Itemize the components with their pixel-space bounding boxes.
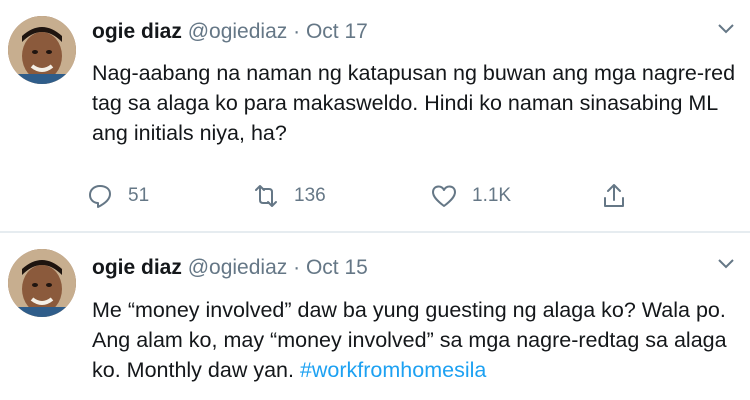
reply-button[interactable]: 51	[86, 178, 149, 214]
tweet-date[interactable]: Oct 17	[306, 20, 368, 43]
hashtag-link[interactable]: #workfromhomesila	[300, 358, 486, 382]
tweet-actions: 51 136 1.1K	[86, 178, 646, 214]
display-name[interactable]: ogie diaz	[92, 20, 182, 43]
avatar-image	[8, 16, 76, 84]
reply-icon	[89, 185, 111, 208]
tweet[interactable]: ogie diaz @ogiediaz · Oct 17 Nag-aabang …	[0, 0, 750, 232]
caret-down-icon[interactable]	[716, 22, 736, 36]
separator: ·	[293, 20, 301, 43]
tweet-header: ogie diaz @ogiediaz · Oct 17	[92, 20, 368, 44]
like-icon	[432, 185, 456, 207]
retweet-button[interactable]: 136	[252, 178, 326, 214]
like-button[interactable]: 1.1K	[430, 178, 511, 214]
tweet-text: Nag-aabang na naman ng katapusan ng buwa…	[92, 61, 736, 145]
reply-count: 51	[128, 185, 150, 206]
retweet-icon	[255, 185, 277, 207]
like-count: 1.1K	[472, 185, 512, 206]
retweet-count: 136	[294, 185, 326, 206]
tweet-date[interactable]: Oct 15	[306, 256, 368, 279]
avatar[interactable]	[8, 16, 76, 84]
tweet-text: Me “money involved” daw ba yung guesting…	[92, 295, 740, 385]
display-name[interactable]: ogie diaz	[92, 256, 182, 279]
share-button[interactable]	[600, 178, 628, 214]
user-handle[interactable]: @ogiediaz	[188, 20, 288, 43]
tweet[interactable]: ogie diaz @ogiediaz · Oct 15 Me “money i…	[0, 233, 750, 400]
separator: ·	[293, 256, 301, 279]
avatar-image	[8, 249, 76, 317]
user-handle[interactable]: @ogiediaz	[188, 256, 288, 279]
avatar[interactable]	[8, 249, 76, 317]
caret-down-icon[interactable]	[716, 257, 736, 271]
tweet-header: ogie diaz @ogiediaz · Oct 15	[92, 256, 368, 280]
share-icon	[604, 184, 624, 207]
